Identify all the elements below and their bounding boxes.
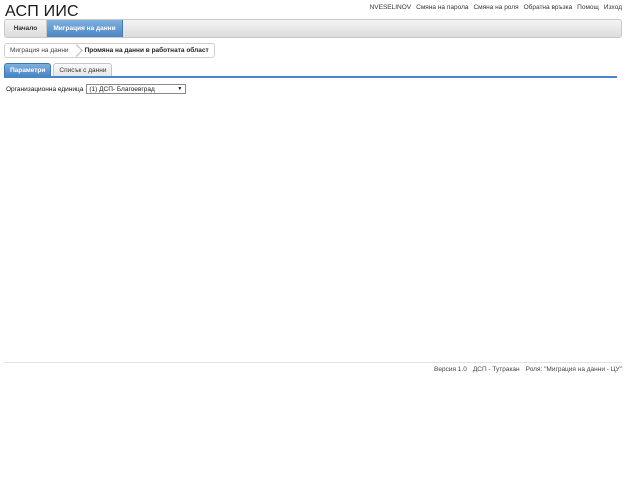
footer: Версия 1.0 ДСП - Тутракан Роля: "Миграци… <box>434 366 622 373</box>
org-unit-select[interactable]: (1) ДСП- Благоевград ▼ <box>86 84 187 94</box>
tab-parameters[interactable]: Параметри <box>4 63 52 76</box>
nav-home[interactable]: Начало <box>5 20 47 37</box>
main-navbar: Начало Миграция на данни <box>4 19 622 38</box>
help-link[interactable]: Помощ <box>577 4 599 11</box>
logout-link[interactable]: Изход <box>604 4 622 11</box>
breadcrumb-separator-icon <box>74 44 80 57</box>
dropdown-arrow-icon: ▼ <box>177 86 183 92</box>
breadcrumb: Миграция на данни Промяна на данни в раб… <box>4 43 215 58</box>
breadcrumb-item-migration[interactable]: Миграция на данни <box>5 44 74 57</box>
tab-underline <box>4 76 617 78</box>
change-password-link[interactable]: Смяна на парола <box>416 4 468 11</box>
feedback-link[interactable]: Обратна връзка <box>524 4 573 11</box>
tab-bar: Параметри Списък с данни <box>4 63 113 76</box>
footer-role: Роля: "Миграция на данни - ЦУ" <box>525 366 622 373</box>
breadcrumb-item-current: Промяна на данни в работната област <box>84 47 209 54</box>
org-unit-row: Организационна единица (1) ДСП- Благоевг… <box>6 84 187 94</box>
top-links: NVESELINOV Смяна на парола Смяна на роля… <box>370 4 622 11</box>
footer-divider <box>4 362 622 363</box>
org-unit-label: Организационна единица <box>6 85 84 93</box>
org-unit-selected-value: (1) ДСП- Благоевград <box>89 85 155 93</box>
nav-migration[interactable]: Миграция на данни <box>47 20 123 37</box>
footer-office: ДСП - Тутракан <box>472 366 520 373</box>
change-role-link[interactable]: Смяна на роля <box>473 4 518 11</box>
tab-data-list[interactable]: Списък с данни <box>53 63 113 76</box>
footer-version: Версия 1.0 <box>434 366 467 373</box>
user-link[interactable]: NVESELINOV <box>370 4 412 11</box>
